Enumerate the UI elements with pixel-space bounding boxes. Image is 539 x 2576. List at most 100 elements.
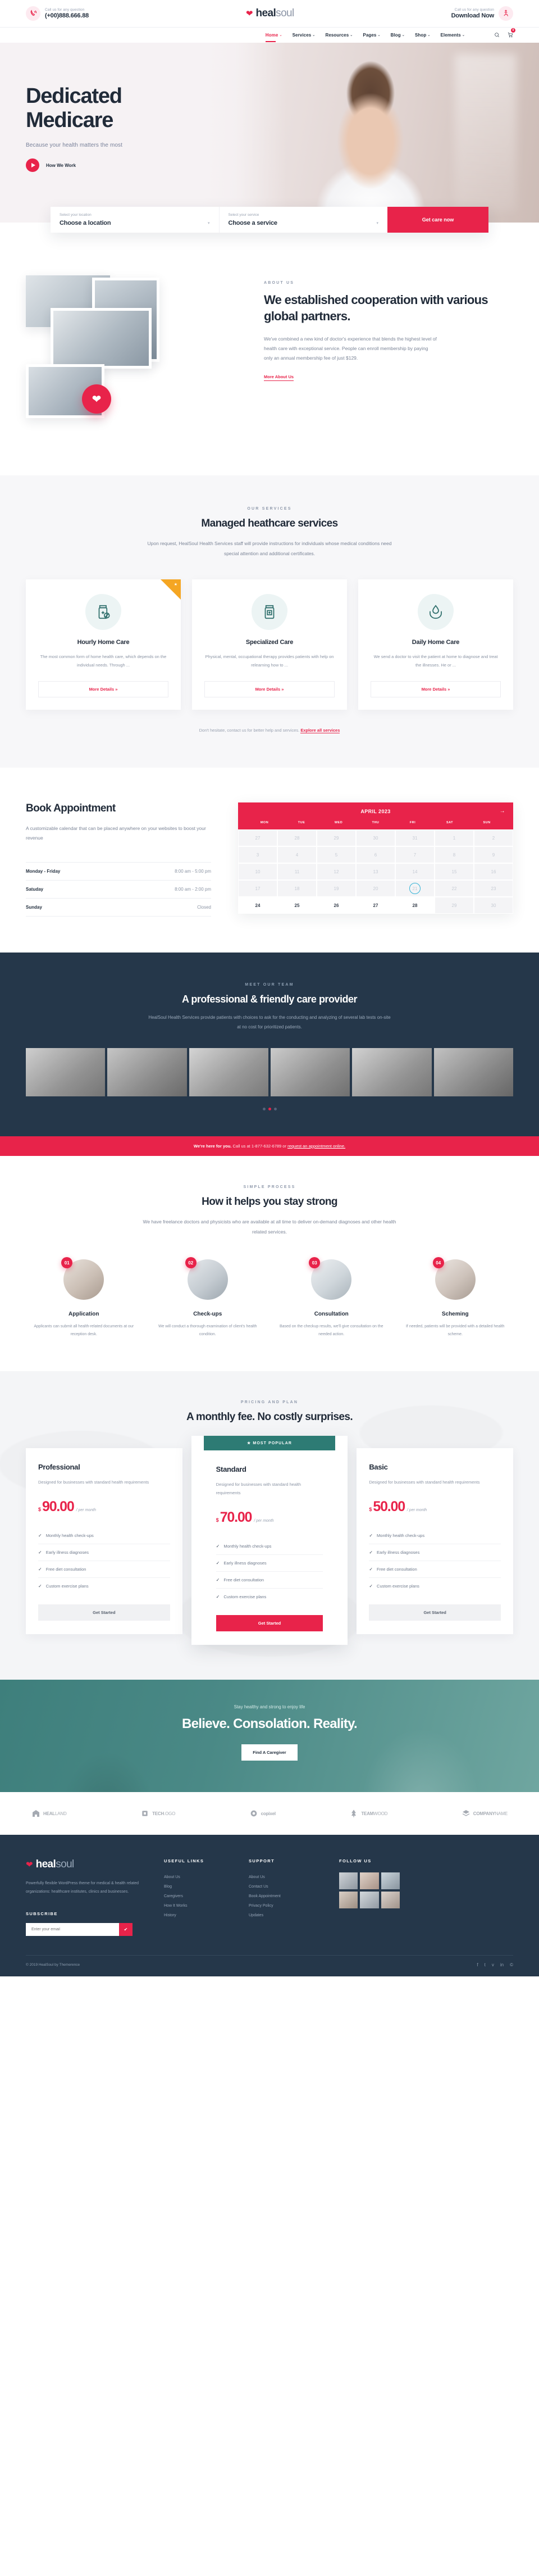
service-card-hourly-home-care[interactable]: ★ Hourly Home Care The most common form …: [26, 579, 181, 710]
get-started-button[interactable]: Get Started: [38, 1604, 170, 1621]
pinterest-icon[interactable]: ©: [510, 1962, 513, 1967]
team-photo[interactable]: [433, 1047, 513, 1096]
subscribe-button[interactable]: ✔: [119, 1922, 133, 1936]
site-logo[interactable]: ❤ healsoul: [246, 7, 294, 20]
get-started-button[interactable]: Get Started: [369, 1604, 501, 1621]
brand-light: .OGO: [164, 1811, 176, 1816]
calendar-day: 2: [474, 829, 513, 847]
footer-link[interactable]: About Us: [164, 1872, 234, 1882]
phone-ring-icon: [26, 6, 40, 21]
calendar-day-selected[interactable]: 21: [395, 880, 435, 897]
hero-title-line2: Medicare: [26, 108, 113, 132]
carousel-dot[interactable]: [262, 1107, 266, 1110]
calendar-day[interactable]: 25: [277, 897, 317, 914]
service-card-daily-home-care[interactable]: Daily Home Care We send a doctor to visi…: [358, 579, 513, 710]
get-started-button[interactable]: Get Started: [216, 1615, 323, 1632]
search-icon[interactable]: [494, 30, 500, 40]
nav-item-home[interactable]: Home ⌄: [265, 29, 282, 42]
process-step-consultation: 03 Consultation Based on the checkup res…: [273, 1257, 390, 1339]
footer-link[interactable]: Privacy Policy: [249, 1901, 325, 1911]
team-photo[interactable]: [107, 1047, 187, 1096]
footer-link[interactable]: Updates: [249, 1911, 325, 1920]
chevron-down-icon: ⌄: [401, 34, 405, 37]
chevron-down-icon: ▾: [376, 221, 378, 225]
location-select[interactable]: Select your location Choose a location ▾: [51, 207, 219, 233]
footer-brand: ❤ healsoul Powerfully flexible WordPress…: [26, 1858, 149, 1936]
nav-item-elements[interactable]: Elements ⌄: [440, 29, 465, 42]
facebook-icon[interactable]: f: [477, 1962, 478, 1967]
calendar-day[interactable]: 28: [395, 897, 435, 914]
pricing-heading: A monthly fee. No costly surprises.: [186, 1411, 353, 1423]
team-photo[interactable]: [189, 1047, 268, 1096]
building-icon: [33, 1810, 39, 1817]
more-details-button[interactable]: More Details »: [204, 681, 335, 698]
footer-logo[interactable]: ❤ healsoul: [26, 1858, 149, 1871]
check-icon: ✓: [216, 1544, 220, 1549]
get-care-now-button[interactable]: Get care now: [387, 207, 488, 233]
plan-desc: Designed for businesses with standard he…: [38, 1480, 149, 1485]
calendar-day[interactable]: 24: [238, 897, 277, 914]
gallery-thumb[interactable]: [339, 1892, 358, 1909]
footer-link[interactable]: About Us: [249, 1872, 325, 1882]
nav-label: Elements: [440, 33, 461, 38]
more-details-button[interactable]: More Details »: [371, 681, 501, 698]
nav-item-services[interactable]: Services ⌄: [293, 29, 316, 42]
nav-item-resources[interactable]: Resources ⌄: [325, 29, 353, 42]
request-appointment-link[interactable]: request an appointment online.: [287, 1144, 345, 1149]
email-field[interactable]: [26, 1922, 119, 1936]
footer-link[interactable]: Blog: [164, 1882, 234, 1892]
price-amount: 90.00: [42, 1499, 75, 1515]
arrow-right-icon[interactable]: →: [500, 808, 505, 814]
footer-link[interactable]: Caregivers: [164, 1892, 234, 1901]
footer-link[interactable]: Book Appointment: [249, 1892, 325, 1901]
gallery-thumb[interactable]: [381, 1892, 400, 1909]
gallery-thumb[interactable]: [381, 1872, 400, 1890]
cart-icon[interactable]: 0: [508, 28, 515, 40]
calendar-dow: THU: [372, 821, 380, 825]
about-heading: We established cooperation with various …: [264, 293, 488, 324]
plan-feature: ✓ Free diet consultation: [38, 1561, 170, 1579]
plan-feature: ✓ Early illness diagnoses: [369, 1544, 501, 1562]
appointment-calendar[interactable]: APRIL 2023 → MON TUE WED THU FRI SAT SUN 27 28 2…: [238, 802, 513, 914]
feature-label: Early illness diagnoses: [45, 1550, 89, 1555]
plan-feature: ✓ Monthly health check-ups: [369, 1527, 501, 1545]
brand-logos: HEALLAND TECH.OGO copixel TEAMWOOD COMPA…: [0, 1792, 539, 1835]
linkedin-icon[interactable]: in: [500, 1962, 504, 1967]
calendar-day-grid[interactable]: 27 28 29 30 31 1 2 3 4 5 6 7 8 9 10 11 12 13 14 15 16 17 18 19 2…: [238, 829, 513, 914]
footer-link[interactable]: Contact Us: [249, 1882, 325, 1892]
service-card-specialized-care[interactable]: Specialized Care Physical, mental, occup…: [192, 579, 347, 710]
calendar-day: 29: [435, 897, 474, 914]
carousel-dot-active[interactable]: [268, 1107, 271, 1110]
gallery-thumb[interactable]: [360, 1872, 379, 1890]
gallery-thumb[interactable]: [339, 1872, 358, 1890]
twitter-icon[interactable]: t: [485, 1962, 486, 1967]
gallery-thumb[interactable]: [360, 1892, 379, 1909]
carousel-dot[interactable]: [273, 1107, 277, 1110]
calendar-dow: MON: [260, 821, 269, 825]
topbar-download[interactable]: Call us for any question Download Now: [451, 6, 513, 21]
footer-link[interactable]: How It Works: [164, 1901, 234, 1911]
service-cards: ★ Hourly Home Care The most common form …: [0, 579, 539, 710]
nav-item-shop[interactable]: Shop ⌄: [415, 29, 431, 42]
explore-all-services-link[interactable]: Explore all services: [300, 728, 340, 734]
calendar-day[interactable]: 26: [317, 897, 356, 914]
service-select[interactable]: Select your service Choose a service ▾: [218, 207, 387, 233]
more-details-button[interactable]: More Details »: [38, 681, 168, 698]
footer-link[interactable]: History: [164, 1911, 234, 1920]
how-we-work-button[interactable]: How We Work: [26, 158, 539, 173]
nav-item-pages[interactable]: Pages ⌄: [363, 29, 380, 42]
topbar-right-label: Call us for any question: [454, 7, 494, 12]
find-a-caregiver-button[interactable]: Find A Caregiver: [241, 1744, 298, 1761]
team-photo[interactable]: [270, 1047, 350, 1096]
check-icon: ✓: [38, 1533, 42, 1539]
team-photo[interactable]: [26, 1047, 106, 1096]
topbar-phone[interactable]: Call us for any question (+00)888.666.88: [26, 6, 89, 21]
plan-price: $ 50.00 / per month: [369, 1499, 501, 1515]
vimeo-icon[interactable]: v: [492, 1962, 494, 1967]
more-about-us-link[interactable]: More About Us: [264, 374, 294, 382]
calendar-day[interactable]: 27: [356, 897, 395, 914]
service-text: The most common form of home health care…: [40, 654, 167, 668]
team-photo[interactable]: [352, 1047, 432, 1096]
nav-item-blog[interactable]: Blog ⌄: [391, 29, 405, 42]
calendar-day: 13: [356, 863, 395, 881]
